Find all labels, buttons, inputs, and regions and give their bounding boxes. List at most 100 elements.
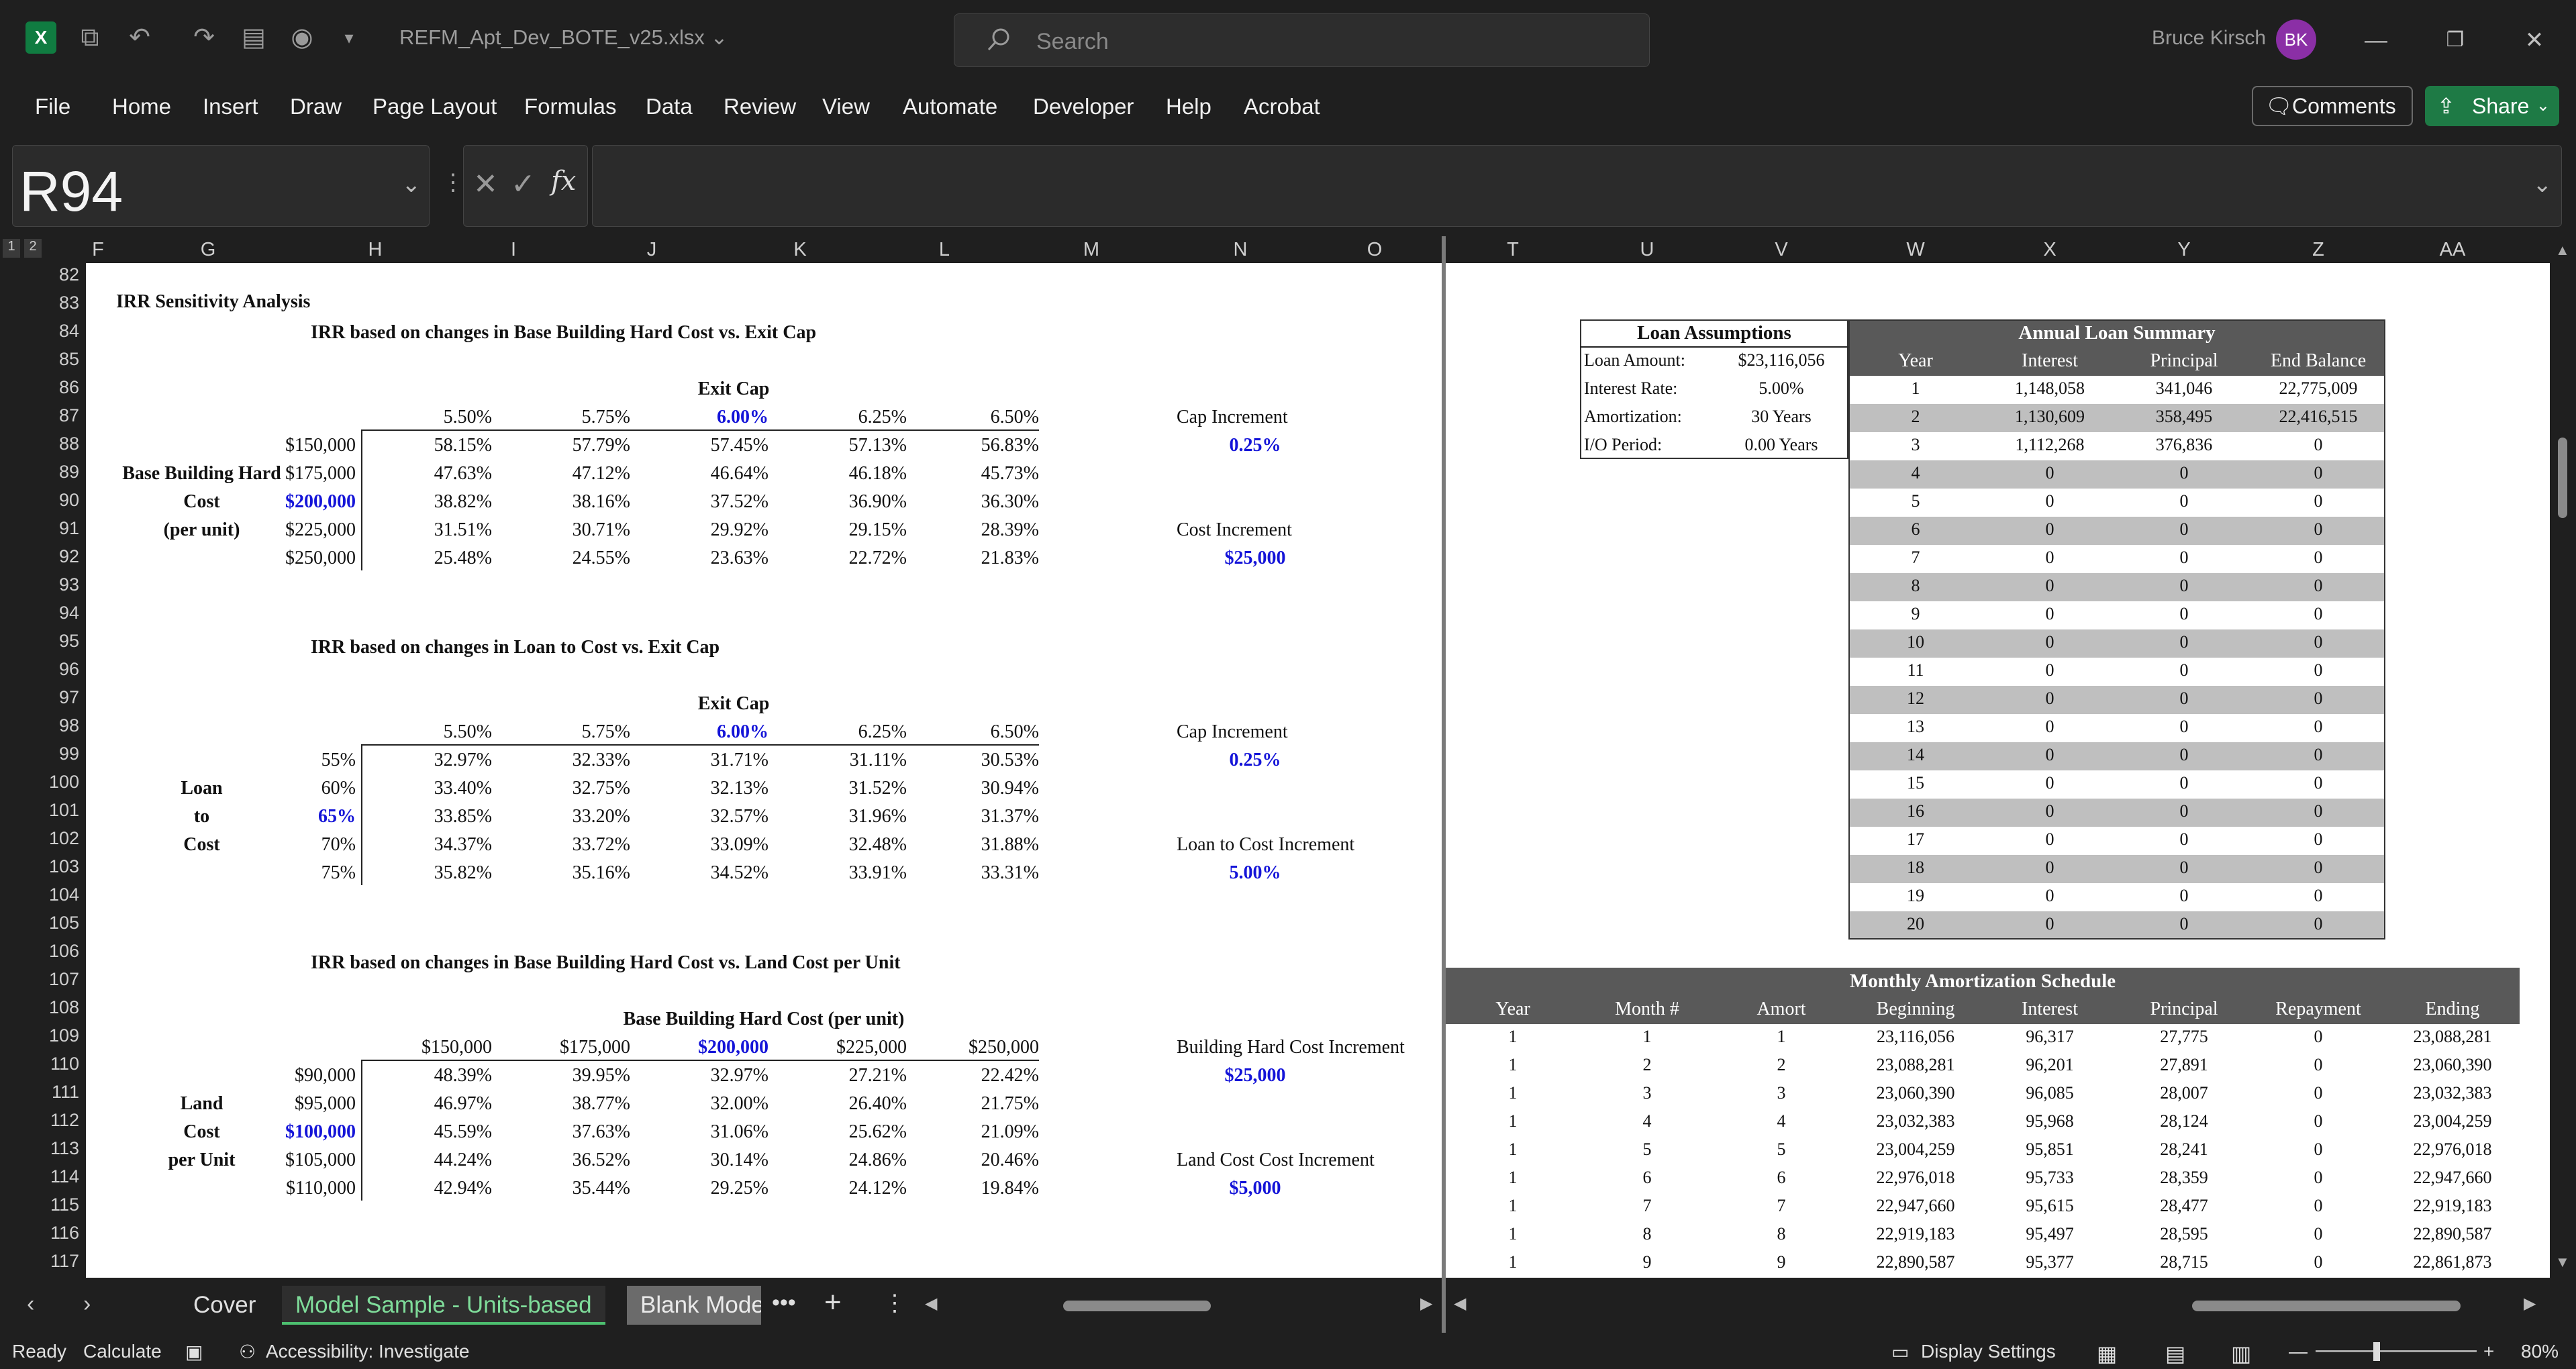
column-header[interactable]: U xyxy=(1580,239,1714,261)
prev-sheet-icon[interactable]: ‹ xyxy=(27,1291,34,1317)
row-header[interactable]: 85 xyxy=(0,349,86,370)
scroll-left-icon[interactable]: ◀ xyxy=(925,1294,937,1313)
calculate-button[interactable]: Calculate xyxy=(83,1341,162,1362)
vertical-scrollbar[interactable]: ▲ ▼ xyxy=(2550,236,2576,1278)
row-header[interactable]: 86 xyxy=(0,377,86,398)
menu-view[interactable]: View xyxy=(822,94,870,119)
row-header[interactable]: 83 xyxy=(0,293,86,313)
camera-icon[interactable]: ◉ xyxy=(287,23,317,52)
row-header[interactable]: 95 xyxy=(0,631,86,652)
row-header[interactable]: 105 xyxy=(0,913,86,933)
increment-value[interactable]: 0.25% xyxy=(1207,750,1303,771)
row-header[interactable]: 115 xyxy=(0,1195,86,1215)
zoom-slider[interactable] xyxy=(2316,1350,2477,1352)
loan-sheet-area[interactable]: Loan Assumptions Loan Amount: $23,116,056… xyxy=(1446,263,2550,1278)
share-button[interactable]: ⇪ Share ⌄ xyxy=(2425,86,2559,126)
menu-file[interactable]: File xyxy=(35,94,70,119)
comments-button[interactable]: 🗨 Comments xyxy=(2252,86,2413,126)
column-header[interactable]: O xyxy=(1307,239,1442,261)
row-header[interactable]: 117 xyxy=(0,1251,86,1272)
scroll-left-icon[interactable]: ◀ xyxy=(1454,1294,1466,1313)
row-header[interactable]: 82 xyxy=(0,264,86,285)
row-header[interactable]: 108 xyxy=(0,997,86,1018)
row-header[interactable]: 94 xyxy=(0,603,86,623)
scroll-up-icon[interactable]: ▲ xyxy=(2555,242,2570,259)
row-header[interactable]: 112 xyxy=(0,1110,86,1131)
file-name[interactable]: REFM_Apt_Dev_BOTE_v25.xlsx ⌄ xyxy=(399,26,728,50)
row-header[interactable]: 89 xyxy=(0,462,86,483)
column-header[interactable]: L xyxy=(879,239,1009,261)
column-header[interactable]: V xyxy=(1714,239,1848,261)
column-header[interactable]: M xyxy=(1009,239,1173,261)
row-header[interactable]: 101 xyxy=(0,800,86,821)
row-header[interactable]: 96 xyxy=(0,659,86,680)
page-layout-view-icon[interactable]: ▤ xyxy=(2165,1341,2185,1366)
undo-icon[interactable]: ↶ xyxy=(125,23,154,52)
column-header[interactable]: AA xyxy=(2385,239,2520,261)
add-sheet-icon[interactable]: + xyxy=(824,1286,842,1319)
outline-level-2[interactable]: 2 xyxy=(24,239,42,258)
display-settings[interactable]: Display Settings xyxy=(1921,1341,2056,1362)
row-header[interactable]: 113 xyxy=(0,1138,86,1159)
menu-acrobat[interactable]: Acrobat xyxy=(1244,94,1320,119)
row-header[interactable]: 102 xyxy=(0,828,86,849)
column-header[interactable]: T xyxy=(1446,239,1580,261)
accessibility-status[interactable]: Accessibility: Investigate xyxy=(266,1341,469,1362)
menu-automate[interactable]: Automate xyxy=(903,94,997,119)
increment-value[interactable]: 5.00% xyxy=(1207,862,1303,884)
zoom-slider-thumb[interactable] xyxy=(2373,1342,2380,1361)
name-box[interactable]: R94 ⌄ xyxy=(12,145,430,227)
row-header[interactable]: 100 xyxy=(0,772,86,793)
row-header[interactable]: 88 xyxy=(0,434,86,454)
close-icon[interactable]: ✕ xyxy=(2514,20,2555,60)
menu-insert[interactable]: Insert xyxy=(203,94,258,119)
customize-toolbar-icon[interactable]: ▾ xyxy=(334,23,364,52)
increment-value[interactable]: $5,000 xyxy=(1207,1178,1303,1199)
cell-mode-icon[interactable]: ▣ xyxy=(185,1341,203,1363)
column-header[interactable]: F xyxy=(86,239,110,261)
row-header[interactable]: 98 xyxy=(0,715,86,736)
row-header[interactable]: 93 xyxy=(0,574,86,595)
column-header[interactable]: K xyxy=(721,239,879,261)
column-header[interactable]: Z xyxy=(2251,239,2385,261)
form-icon[interactable]: ▤ xyxy=(239,23,268,52)
menu-page-layout[interactable]: Page Layout xyxy=(373,94,497,119)
expand-formula-icon[interactable]: ⌄ xyxy=(2533,171,2553,198)
redo-icon[interactable]: ↷ xyxy=(189,23,219,52)
column-header[interactable]: G xyxy=(110,239,306,261)
row-header[interactable]: 87 xyxy=(0,405,86,426)
row-header[interactable]: 106 xyxy=(0,941,86,962)
menu-data[interactable]: Data xyxy=(646,94,693,119)
next-sheet-icon[interactable]: › xyxy=(83,1291,91,1317)
horizontal-scroll-thumb-left[interactable] xyxy=(1063,1301,1211,1311)
column-header[interactable]: W xyxy=(1848,239,1983,261)
menu-draw[interactable]: Draw xyxy=(290,94,342,119)
scroll-right-icon[interactable]: ▶ xyxy=(1420,1294,1432,1313)
scroll-thumb[interactable] xyxy=(2558,438,2567,518)
formula-input[interactable]: ⌄ xyxy=(592,145,2562,227)
page-break-view-icon[interactable]: ▥ xyxy=(2231,1341,2251,1366)
column-header[interactable]: J xyxy=(583,239,721,261)
row-header[interactable]: 99 xyxy=(0,744,86,764)
menu-developer[interactable]: Developer xyxy=(1033,94,1134,119)
column-header[interactable]: H xyxy=(306,239,444,261)
row-header[interactable]: 107 xyxy=(0,969,86,990)
row-header[interactable]: 104 xyxy=(0,884,86,905)
column-header[interactable]: Y xyxy=(2117,239,2251,261)
menu-review[interactable]: Review xyxy=(724,94,796,119)
scroll-right-icon[interactable]: ▶ xyxy=(2524,1294,2536,1313)
column-header[interactable]: X xyxy=(1983,239,2117,261)
more-sheets-icon[interactable]: ••• xyxy=(772,1290,796,1316)
sensitivity-sheet-area[interactable]: IRR Sensitivity Analysis IRR based on ch… xyxy=(86,263,1442,1278)
increment-value[interactable]: $25,000 xyxy=(1207,548,1303,569)
restore-icon[interactable]: ❐ xyxy=(2435,20,2475,60)
row-header[interactable]: 109 xyxy=(0,1025,86,1046)
avatar[interactable]: BK xyxy=(2276,19,2316,60)
normal-view-icon[interactable]: ▦ xyxy=(2097,1341,2117,1366)
zoom-in-icon[interactable]: + xyxy=(2483,1341,2494,1362)
sheet-tab-cover[interactable]: Cover xyxy=(180,1286,269,1325)
menu-formulas[interactable]: Formulas xyxy=(524,94,617,119)
search-box[interactable]: Search xyxy=(954,13,1650,67)
menu-help[interactable]: Help xyxy=(1166,94,1211,119)
sheet-tab-blank-model[interactable]: Blank Mode xyxy=(627,1286,761,1325)
